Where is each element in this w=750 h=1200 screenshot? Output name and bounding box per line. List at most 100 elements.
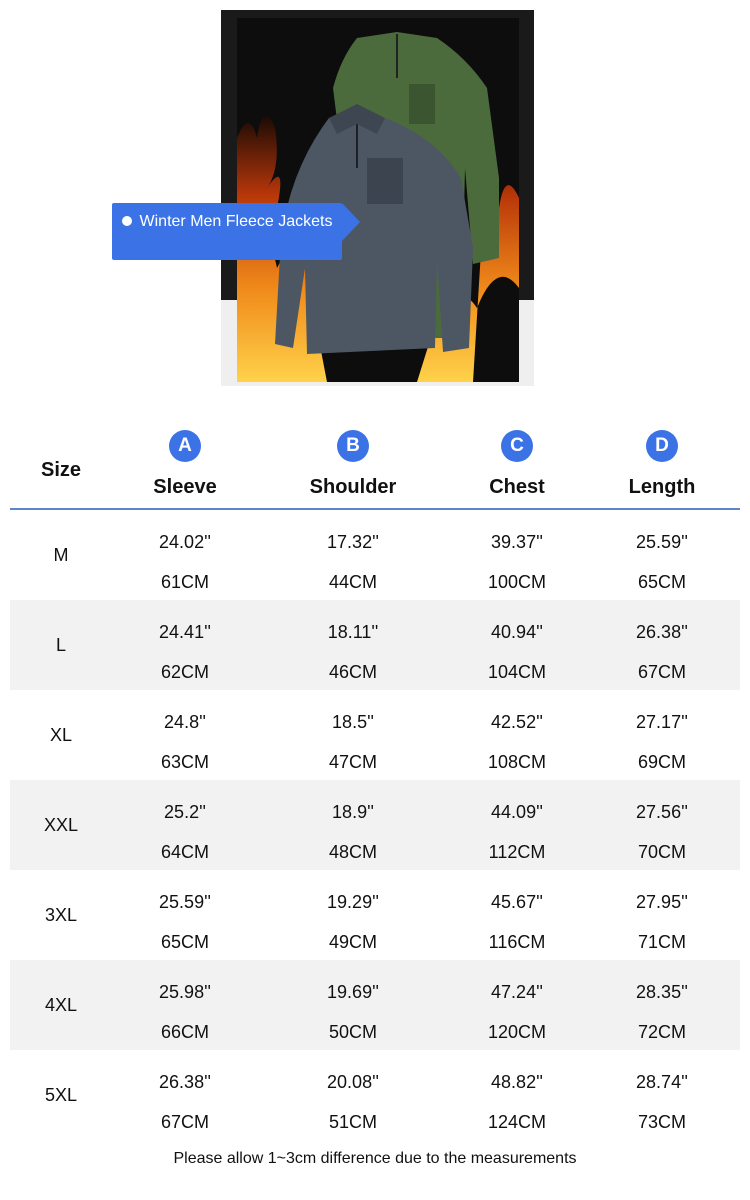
cm-value: 44CM <box>328 572 377 592</box>
badge-label: Winter Men Fleece Jackets <box>139 213 333 230</box>
length-cell: 25.59'' 65CM <box>589 510 735 600</box>
inch-value: 18.11'' <box>327 622 379 642</box>
inch-value: 28.35'' <box>636 982 688 1002</box>
inch-value: 26.38'' <box>636 622 688 642</box>
column-label: Chest <box>489 476 545 498</box>
size-cell: 4XL <box>44 995 78 1015</box>
letter-badge-b: B <box>337 430 369 462</box>
inch-value: 47.24'' <box>491 982 543 1002</box>
inch-value: 24.02'' <box>159 532 211 552</box>
cm-value: 108CM <box>487 752 547 772</box>
cm-value: 65CM <box>637 572 686 592</box>
column-label: Shoulder <box>309 476 397 498</box>
size-cell: L <box>55 635 66 655</box>
sleeve-cell: 24.02'' 61CM <box>112 510 258 600</box>
cm-value: 72CM <box>637 1022 686 1042</box>
inch-value: 25.2'' <box>164 802 206 822</box>
cm-value: 66CM <box>160 1022 209 1042</box>
inch-value: 42.52'' <box>491 712 543 732</box>
shoulder-cell: 17.32'' 44CM <box>280 510 426 600</box>
inch-value: 39.37'' <box>491 532 543 552</box>
length-cell: 27.17'' 69CM <box>589 690 735 780</box>
cm-value: 50CM <box>328 1022 377 1042</box>
inch-value: 17.32'' <box>327 532 379 552</box>
chest-column-header: C Chest <box>444 420 590 508</box>
bullet-icon <box>121 216 132 226</box>
inch-value: 19.69'' <box>327 982 379 1002</box>
cm-value: 70CM <box>637 842 686 862</box>
chest-cell: 44.09'' 112CM <box>444 780 590 870</box>
shoulder-cell: 18.11'' 46CM <box>280 600 426 690</box>
chest-cell: 45.67'' 116CM <box>444 870 590 960</box>
sleeve-cell: 25.98'' 66CM <box>112 960 258 1050</box>
inch-value: 24.8'' <box>164 712 206 732</box>
product-name-badge: Winter Men Fleece Jackets <box>112 203 342 260</box>
size-chart-table: Size A Sleeve B Shoulder C Chest D Lengt… <box>10 420 740 1140</box>
size-cell: 3XL <box>44 905 78 925</box>
measurement-note: Please allow 1~3cm difference due to the… <box>173 1150 577 1167</box>
inch-value: 19.29'' <box>327 892 379 912</box>
table-row: 4XL 25.98'' 66CM 19.69'' 50CM 47.24'' 120CM… <box>10 960 740 1050</box>
size-cell: M <box>53 545 69 565</box>
chest-cell: 47.24'' 120CM <box>444 960 590 1050</box>
inch-value: 24.41'' <box>159 622 211 642</box>
inch-value: 25.98'' <box>159 982 211 1002</box>
cm-value: 62CM <box>160 662 209 682</box>
chest-cell: 42.52'' 108CM <box>444 690 590 780</box>
table-row: L 24.41'' 62CM 18.11'' 46CM 40.94'' 104CM 2… <box>10 600 740 690</box>
shoulder-cell: 18.9'' 48CM <box>280 780 426 870</box>
sleeve-cell: 24.8'' 63CM <box>112 690 258 780</box>
product-photo <box>237 18 519 382</box>
table-row: 3XL 25.59'' 65CM 19.29'' 49CM 45.67'' 116CM… <box>10 870 740 960</box>
table-row: XL 24.8'' 63CM 18.5'' 47CM 42.52'' 108CM 27… <box>10 690 740 780</box>
shoulder-cell: 18.5'' 47CM <box>280 690 426 780</box>
length-cell: 28.74'' 73CM <box>589 1050 735 1140</box>
cm-value: 63CM <box>160 752 209 772</box>
length-cell: 26.38'' 67CM <box>589 600 735 690</box>
cm-value: 69CM <box>637 752 686 772</box>
cm-value: 46CM <box>328 662 377 682</box>
inch-value: 28.74'' <box>636 1072 688 1092</box>
size-cell: XXL <box>43 815 79 835</box>
table-header: Size A Sleeve B Shoulder C Chest D Lengt… <box>10 420 740 510</box>
length-column-header: D Length <box>589 420 735 508</box>
inch-value: 27.95'' <box>636 892 688 912</box>
cm-value: 71CM <box>637 932 686 952</box>
inch-value: 18.5'' <box>332 712 374 732</box>
sleeve-cell: 25.2'' 64CM <box>112 780 258 870</box>
sleeve-cell: 24.41'' 62CM <box>112 600 258 690</box>
badge-pointer <box>342 203 360 241</box>
shoulder-column-header: B Shoulder <box>280 420 426 508</box>
chest-cell: 39.37'' 100CM <box>444 510 590 600</box>
size-column-header: Size <box>40 459 82 481</box>
inch-value: 48.82'' <box>491 1072 543 1092</box>
product-image <box>221 10 534 386</box>
inch-value: 18.9'' <box>332 802 374 822</box>
inch-value: 25.59'' <box>159 892 211 912</box>
inch-value: 26.38'' <box>159 1072 211 1092</box>
inch-value: 44.09'' <box>491 802 543 822</box>
cm-value: 49CM <box>328 932 377 952</box>
cm-value: 73CM <box>637 1112 686 1132</box>
inch-value: 27.56'' <box>636 802 688 822</box>
jackets-illustration <box>237 18 519 382</box>
cm-value: 67CM <box>160 1112 209 1132</box>
column-label: Sleeve <box>153 476 217 498</box>
cm-value: 61CM <box>160 572 209 592</box>
table-row: XXL 25.2'' 64CM 18.9'' 48CM 44.09'' 112CM 2… <box>10 780 740 870</box>
shoulder-cell: 19.69'' 50CM <box>280 960 426 1050</box>
chest-cell: 48.82'' 124CM <box>444 1050 590 1140</box>
cm-value: 124CM <box>487 1112 547 1132</box>
letter-badge-d: D <box>646 430 678 462</box>
cm-value: 51CM <box>328 1112 377 1132</box>
inch-value: 27.17'' <box>636 712 688 732</box>
cm-value: 116CM <box>488 932 546 952</box>
column-label: Length <box>628 476 696 498</box>
size-cell: 5XL <box>44 1085 78 1105</box>
length-cell: 27.56'' 70CM <box>589 780 735 870</box>
size-cell: XL <box>49 725 73 745</box>
inch-value: 25.59'' <box>636 532 688 552</box>
cm-value: 104CM <box>487 662 547 682</box>
shoulder-cell: 19.29'' 49CM <box>280 870 426 960</box>
cm-value: 100CM <box>487 572 547 592</box>
